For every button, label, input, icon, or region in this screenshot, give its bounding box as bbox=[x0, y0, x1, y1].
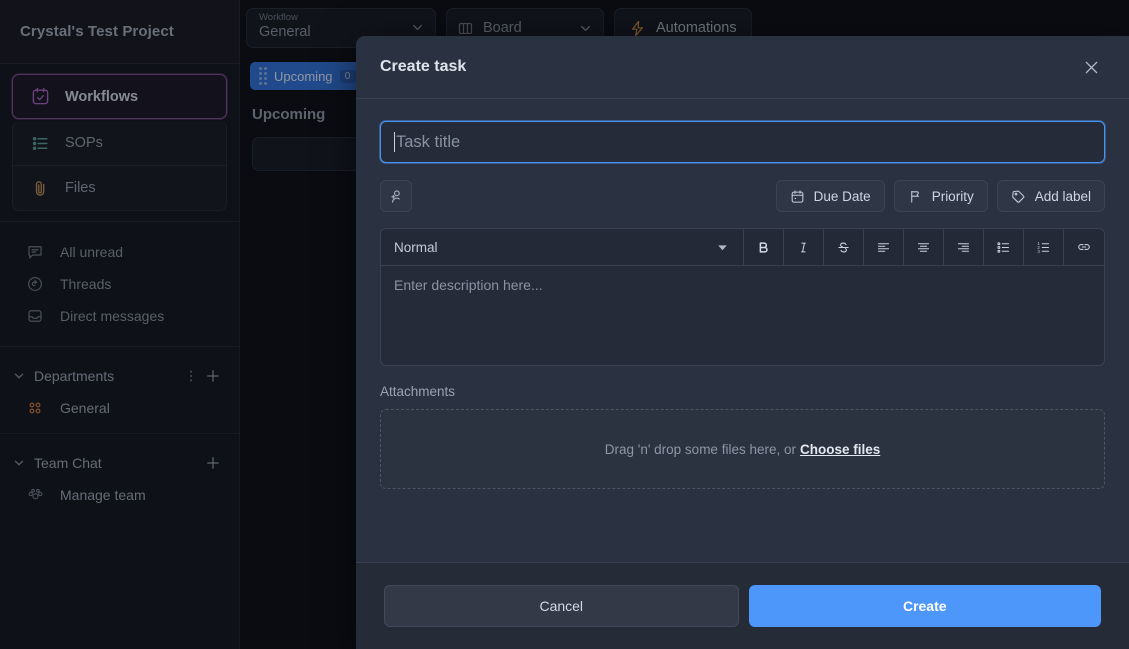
modal-title: Create task bbox=[380, 58, 1077, 76]
flag-icon bbox=[908, 189, 923, 204]
align-left-button[interactable] bbox=[864, 229, 904, 265]
align-right-button[interactable] bbox=[944, 229, 984, 265]
file-dropzone[interactable]: Drag 'n' drop some files here, or Choose… bbox=[380, 409, 1105, 489]
chevron-down-icon bbox=[716, 241, 729, 254]
task-title-input[interactable]: Task title bbox=[380, 121, 1105, 163]
text-style-value: Normal bbox=[394, 240, 438, 255]
bold-button[interactable] bbox=[744, 229, 784, 265]
assign-person-icon[interactable] bbox=[380, 180, 412, 212]
bullet-list-button[interactable] bbox=[984, 229, 1024, 265]
app-root: Crystal's Test Project Workflows SOPs bbox=[0, 0, 1129, 649]
description-input[interactable]: Enter description here... bbox=[380, 266, 1105, 366]
add-label-label: Add label bbox=[1035, 189, 1091, 204]
svg-text:3: 3 bbox=[1037, 248, 1040, 253]
ordered-list-button[interactable]: 123 bbox=[1024, 229, 1064, 265]
text-style-select[interactable]: Normal bbox=[381, 229, 744, 265]
modal-footer: Cancel Create bbox=[356, 562, 1129, 649]
align-center-button[interactable] bbox=[904, 229, 944, 265]
task-title-placeholder: Task title bbox=[396, 133, 460, 152]
close-icon[interactable] bbox=[1077, 53, 1105, 81]
priority-button[interactable]: Priority bbox=[894, 180, 988, 212]
due-date-button[interactable]: Due Date bbox=[776, 180, 885, 212]
strikethrough-button[interactable] bbox=[824, 229, 864, 265]
modal-header: Create task bbox=[356, 36, 1129, 99]
description-placeholder: Enter description here... bbox=[394, 277, 543, 293]
create-button[interactable]: Create bbox=[749, 585, 1102, 627]
dropzone-text: Drag 'n' drop some files here, or bbox=[605, 442, 796, 457]
italic-button[interactable] bbox=[784, 229, 824, 265]
attachments-label: Attachments bbox=[380, 384, 1105, 399]
choose-files-link[interactable]: Choose files bbox=[800, 442, 880, 457]
task-meta-row: Due Date Priority Add label bbox=[380, 180, 1105, 212]
task-meta-buttons: Due Date Priority Add label bbox=[776, 180, 1105, 212]
modal-body: Task title Due Date bbox=[356, 99, 1129, 562]
tag-icon bbox=[1011, 189, 1026, 204]
add-label-button[interactable]: Add label bbox=[997, 180, 1105, 212]
format-toolbar: Normal bbox=[380, 228, 1105, 266]
due-date-label: Due Date bbox=[814, 189, 871, 204]
cancel-button[interactable]: Cancel bbox=[384, 585, 739, 627]
text-caret bbox=[394, 132, 395, 152]
link-button[interactable] bbox=[1064, 229, 1104, 265]
priority-label: Priority bbox=[932, 189, 974, 204]
create-task-modal: Create task Task title bbox=[356, 36, 1129, 649]
calendar-icon bbox=[790, 189, 805, 204]
